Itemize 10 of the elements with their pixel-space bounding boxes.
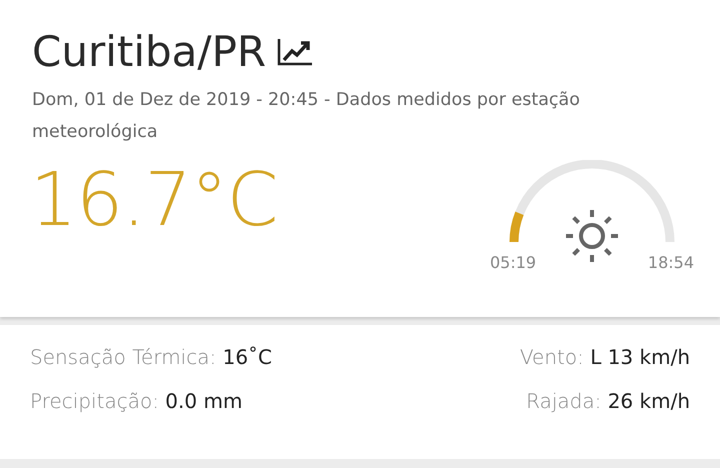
weather-detail: Vento: L 13 km/h xyxy=(518,344,690,371)
temperature: 16.7°C xyxy=(30,160,278,240)
subtitle: Dom, 01 de Dez de 2019 - 20:45 - Dados medidos por estação meteorológica xyxy=(32,89,581,144)
sunrise-time: 05:19 xyxy=(490,253,536,272)
trend-chart-icon[interactable] xyxy=(276,37,314,67)
city-title: Curitiba/PR xyxy=(32,26,266,78)
sunset-time: 18:54 xyxy=(648,253,694,272)
weather-detail: Sensação Térmica: 16˚C xyxy=(30,344,274,371)
weather-detail: Precipitação: 0.0 mm xyxy=(30,388,244,415)
weather-detail: Rajada: 26 km/h xyxy=(525,388,690,415)
